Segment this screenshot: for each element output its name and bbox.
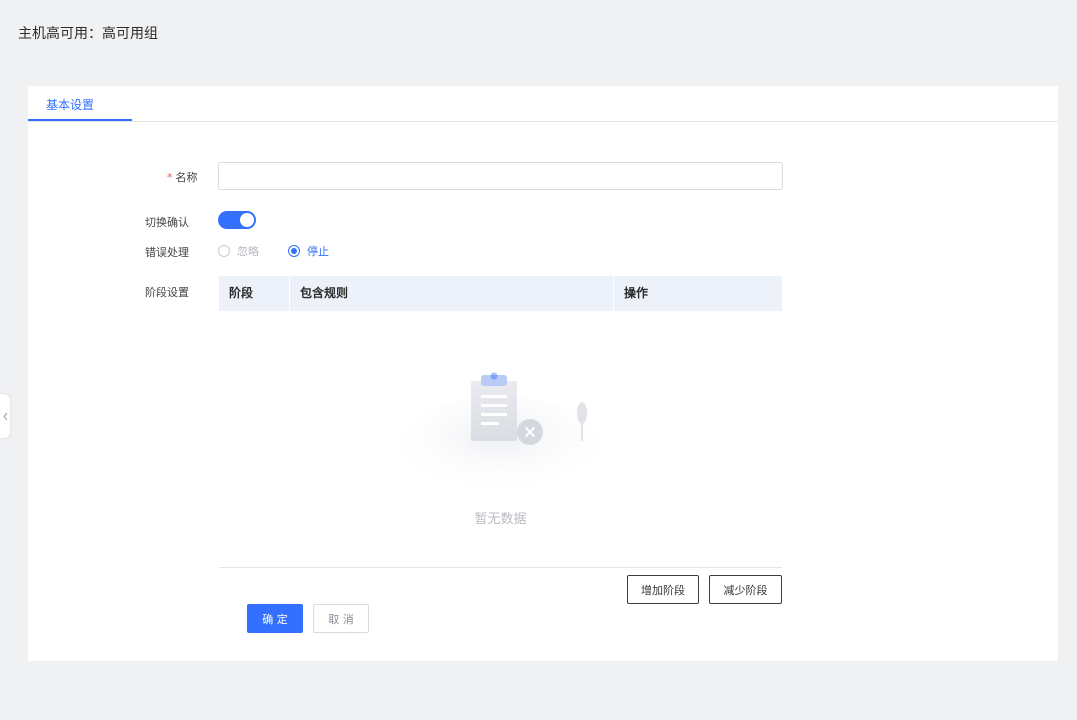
radio-ignore-label: 忽略 (237, 245, 259, 258)
confirm-button[interactable]: 确 定 (247, 604, 303, 633)
empty-clipboard-icon (399, 372, 599, 496)
required-mark: * (167, 171, 173, 184)
name-label: * 名称 (167, 171, 198, 184)
empty-text: 暂无数据 (474, 512, 527, 527)
form-card: 基本设置 * 名称 切换确认 错误处理 忽略 停止 阶段设置 阶段 包含规则 操作 (28, 86, 1058, 661)
tab-basic-settings[interactable]: 基本设置 (28, 86, 132, 122)
radio-stop-label: 停止 (307, 245, 329, 258)
radio-stop[interactable]: 停止 (288, 243, 329, 259)
name-input[interactable] (218, 162, 783, 190)
tab-bar: 基本设置 (28, 86, 1058, 122)
switch-confirm-toggle[interactable] (218, 211, 256, 229)
page-title: 主机高可用：高可用组 (18, 26, 158, 42)
table-header: 阶段 包含规则 操作 (219, 276, 782, 311)
radio-ignore[interactable]: 忽略 (218, 243, 259, 259)
table-divider (219, 567, 782, 568)
sidebar-collapse-handle[interactable] (0, 394, 10, 438)
stage-settings-label: 阶段设置 (145, 286, 189, 299)
tab-active-indicator (28, 119, 132, 121)
cancel-button[interactable]: 取 消 (313, 604, 369, 633)
empty-state: 暂无数据 (219, 311, 782, 567)
column-header-actions: 操作 (613, 276, 782, 311)
toggle-knob (240, 213, 254, 227)
chevron-left-icon (2, 412, 7, 420)
page-header: 主机高可用：高可用组 (0, 0, 1077, 70)
column-header-stage: 阶段 (229, 286, 254, 300)
radio-circle-icon (218, 245, 230, 257)
column-header-rules: 包含规则 (289, 276, 613, 311)
tab-label: 基本设置 (46, 98, 95, 112)
radio-checked-icon (288, 245, 300, 257)
error-handling-label: 错误处理 (145, 246, 189, 259)
stage-table: 阶段 包含规则 操作 暂无数据 (219, 276, 782, 568)
switch-confirm-label: 切换确认 (145, 216, 189, 229)
remove-stage-button[interactable]: 减少阶段 (709, 575, 782, 604)
add-stage-button[interactable]: 增加阶段 (627, 575, 699, 604)
